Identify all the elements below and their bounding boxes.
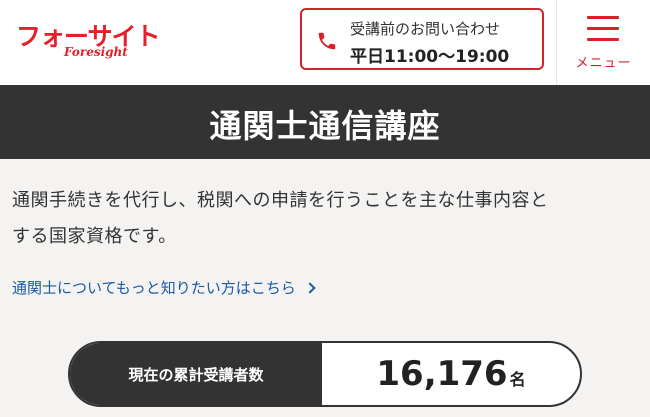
course-description: 通関手続きを代行し、税関への申請を行うことを主な仕事内容と する国家資格です。 (12, 183, 632, 255)
counter-value: 16,176 (376, 354, 508, 394)
enrollment-counter: 現在の累計受講者数 16,176 名 (68, 341, 582, 407)
page-title: 通関士通信講座 (209, 107, 441, 145)
learn-more-link-text: 通関士についてもっと知りたい方はこちら (12, 279, 296, 297)
counter-value-box: 16,176 名 (322, 343, 580, 405)
site-logo[interactable]: フォーサイト Foresight (14, 17, 161, 65)
contact-label: 受講前のお問い合わせ (350, 20, 501, 38)
title-bar: 通関士通信講座 (0, 85, 650, 159)
counter-label-box: 現在の累計受講者数 (70, 343, 322, 405)
counter-label: 現在の累計受講者数 (128, 366, 264, 384)
phone-icon (318, 32, 336, 50)
logo-subtext: Foresight (64, 45, 128, 59)
description-line: 通関手続きを代行し、税関への申請を行うことを主な仕事内容と (12, 190, 549, 211)
learn-more-link[interactable]: 通関士についてもっと知りたい方はこちら (12, 277, 316, 298)
site-header: フォーサイト Foresight 受講前のお問い合わせ 平日11:00〜19:0… (0, 0, 650, 85)
description-line: する国家資格です。 (12, 226, 177, 247)
contact-hours: 平日11:00〜19:00 (350, 47, 510, 67)
contact-phone-button[interactable]: 受講前のお問い合わせ 平日11:00〜19:00 (300, 8, 544, 70)
menu-label: メニュー (575, 56, 632, 71)
menu-button[interactable]: メニュー (557, 0, 650, 85)
counter-unit: 名 (509, 370, 526, 389)
chevron-right-icon (304, 282, 316, 294)
hamburger-menu-icon (587, 16, 619, 42)
